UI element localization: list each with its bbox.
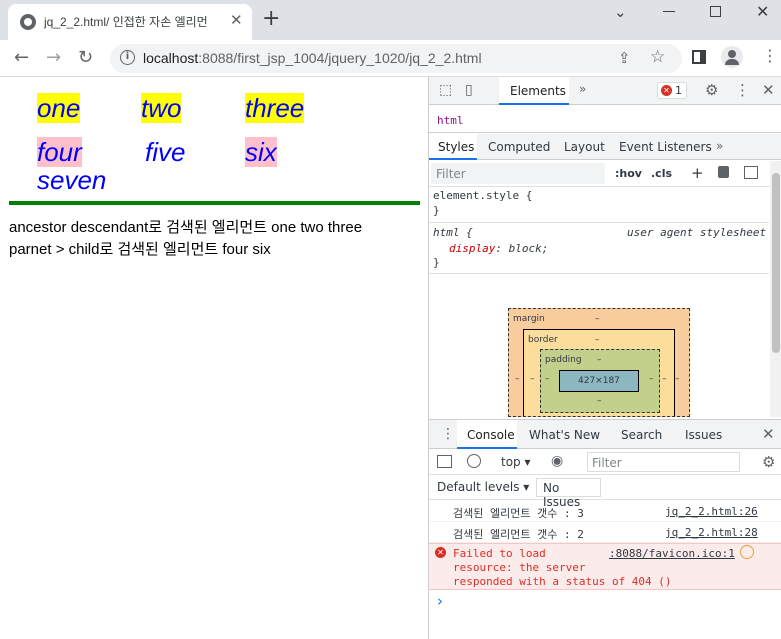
list-item: six xyxy=(245,137,277,167)
tab-elements[interactable]: Elements xyxy=(499,77,569,105)
styles-filter-row: Filter :hov .cls + xyxy=(429,161,781,187)
error-icon: ✕ xyxy=(435,547,446,558)
inspect-icon[interactable]: ⬚ xyxy=(439,82,452,98)
close-window-icon[interactable]: ✕ xyxy=(756,2,769,21)
devtools-toolbar: ⬚ ▯ Elements » ✕ 1 ⚙ ⋮ ✕ xyxy=(429,77,781,105)
rule-close-brace-2: } xyxy=(433,256,440,269)
clear-console-icon[interactable] xyxy=(467,454,481,468)
context-select[interactable]: top ▾ xyxy=(501,455,531,469)
rule-html-selector: html { xyxy=(433,226,473,239)
reload-icon[interactable]: ↻ xyxy=(78,47,93,68)
styles-scrollbar[interactable] xyxy=(770,161,781,417)
console-message: 검색된 엘리먼트 갯수 : 3 jq_2_2.html:26 xyxy=(429,501,781,522)
rule-close-brace: } xyxy=(433,204,440,217)
error-text-2: resource: the server xyxy=(453,561,586,574)
no-issues-button[interactable]: No Issues xyxy=(536,478,601,509)
console-filter-input[interactable]: Filter xyxy=(587,452,740,472)
new-tab-button[interactable]: + xyxy=(262,8,280,30)
source-link[interactable]: jq_2_2.html:26 xyxy=(665,505,758,518)
list-item: two xyxy=(141,93,182,123)
devtools-panel: ⬚ ▯ Elements » ✕ 1 ⚙ ⋮ ✕ html Styles Com… xyxy=(428,77,781,639)
rule-element-style: element.style { xyxy=(433,189,533,202)
maximize-icon[interactable] xyxy=(710,6,721,17)
console-toolbar: top ▾ ◉ Filter ⚙ xyxy=(429,450,781,475)
browser-tab[interactable]: jq_2_2.html/ 인접한 자손 엘리먼 ✕ xyxy=(8,4,252,40)
profile-avatar[interactable] xyxy=(721,46,743,68)
minimize-icon[interactable] xyxy=(663,11,675,12)
list-item: three xyxy=(245,93,305,123)
styles-tabs: Styles Computed Layout Event Listeners » xyxy=(429,134,781,160)
levels-row: Default levels ▾ No Issues xyxy=(429,476,781,509)
tab-search[interactable]: Search xyxy=(621,428,662,442)
error-text-3: responded with a status of 404 () xyxy=(453,575,672,588)
close-devtools-icon[interactable]: ✕ xyxy=(762,81,775,99)
tab-layout[interactable]: Layout xyxy=(564,140,605,154)
breadcrumb-html[interactable]: html xyxy=(437,114,464,127)
list-item: seven xyxy=(37,165,107,195)
gear-icon[interactable]: ⚙ xyxy=(705,81,718,99)
info-icon[interactable]: i xyxy=(120,50,135,65)
tab-event-listeners[interactable]: Event Listeners xyxy=(619,140,712,154)
drawer-kebab-icon[interactable]: ⋮ xyxy=(441,426,455,442)
result-text-2: parnet > child로 검색된 엘리먼트 four six xyxy=(9,241,271,258)
console-message: 검색된 엘리먼트 갯수 : 2 jq_2_2.html:28 xyxy=(429,522,781,543)
address-bar[interactable]: i localhost:8088/first_jsp_1004/jquery_1… xyxy=(110,44,682,73)
styles-filter-input[interactable]: Filter xyxy=(431,163,605,184)
divider xyxy=(9,201,420,205)
paint-icon[interactable] xyxy=(718,166,729,178)
box-model-border: border – – – padding – – – – 427×187 xyxy=(523,329,675,416)
url-text: localhost:8088/first_jsp_1004/jquery_102… xyxy=(143,50,482,66)
more-tabs-icon[interactable]: » xyxy=(579,82,586,96)
sidebar-toggle-icon[interactable] xyxy=(437,455,452,468)
rule-declaration: display: block; xyxy=(449,242,549,255)
tab-computed[interactable]: Computed xyxy=(488,140,550,154)
tab-title: jq_2_2.html/ 인접한 자손 엘리먼 xyxy=(44,15,208,29)
kebab-icon[interactable]: ⋮ xyxy=(735,81,750,99)
rule-divider xyxy=(429,222,769,223)
toggle-sidebar-icon[interactable] xyxy=(744,166,758,179)
share-icon[interactable]: ⇪ xyxy=(618,49,631,67)
console-prompt[interactable]: › xyxy=(437,592,443,610)
more-style-tabs-icon[interactable]: » xyxy=(716,139,723,153)
close-drawer-icon[interactable]: ✕ xyxy=(762,425,775,443)
device-icon[interactable]: ▯ xyxy=(465,82,473,98)
close-tab-icon[interactable]: ✕ xyxy=(230,11,243,29)
eye-icon[interactable]: ◉ xyxy=(551,453,563,469)
list-item: one xyxy=(37,93,81,123)
hov-button[interactable]: :hov xyxy=(615,167,642,180)
box-model-margin: margin – – – border – – – padding – – – … xyxy=(508,308,690,417)
error-count: 1 xyxy=(675,84,682,97)
tab-styles[interactable]: Styles xyxy=(429,134,477,160)
globe-icon xyxy=(20,14,36,30)
default-levels-select[interactable]: Default levels ▾ xyxy=(437,480,529,494)
lighthouse-icon[interactable] xyxy=(740,545,754,559)
error-icon: ✕ xyxy=(661,85,672,96)
list-item: four xyxy=(37,137,82,167)
error-badge[interactable]: ✕ 1 xyxy=(657,82,687,99)
side-panel-icon[interactable] xyxy=(692,50,706,64)
error-text-1: Failed to load xyxy=(453,547,546,560)
list-item: five xyxy=(145,137,186,167)
forward-icon[interactable]: → xyxy=(46,47,61,68)
drawer-tabs: ⋮ Console What's New Search Issues ✕ xyxy=(429,420,781,449)
console-error: ✕ Failed to load resource: the server re… xyxy=(429,543,781,590)
star-icon[interactable]: ☆ xyxy=(650,47,665,67)
result-text-1: ancestor descendant로 검색된 엘리먼트 one two th… xyxy=(9,219,363,236)
box-model-content: 427×187 xyxy=(559,370,639,392)
tab-whats-new[interactable]: What's New xyxy=(529,428,600,442)
rule-divider-2 xyxy=(429,273,769,274)
add-rule-icon[interactable]: + xyxy=(691,164,704,182)
rule-source: user agent stylesheet xyxy=(627,226,767,239)
breadcrumb: html xyxy=(429,107,781,133)
source-link[interactable]: jq_2_2.html:28 xyxy=(665,526,758,539)
console-settings-icon[interactable]: ⚙ xyxy=(762,453,775,471)
tab-issues[interactable]: Issues xyxy=(685,428,722,442)
cls-button[interactable]: .cls xyxy=(651,167,672,180)
source-link[interactable]: :8088/favicon.ico:1 xyxy=(609,547,735,560)
back-icon[interactable]: ← xyxy=(14,47,29,68)
box-model-padding: padding – – – – 427×187 xyxy=(540,349,660,413)
chevron-down-icon[interactable]: ⌄ xyxy=(614,3,627,21)
menu-icon[interactable]: ⋮ xyxy=(762,46,778,65)
tab-console[interactable]: Console xyxy=(457,420,517,449)
